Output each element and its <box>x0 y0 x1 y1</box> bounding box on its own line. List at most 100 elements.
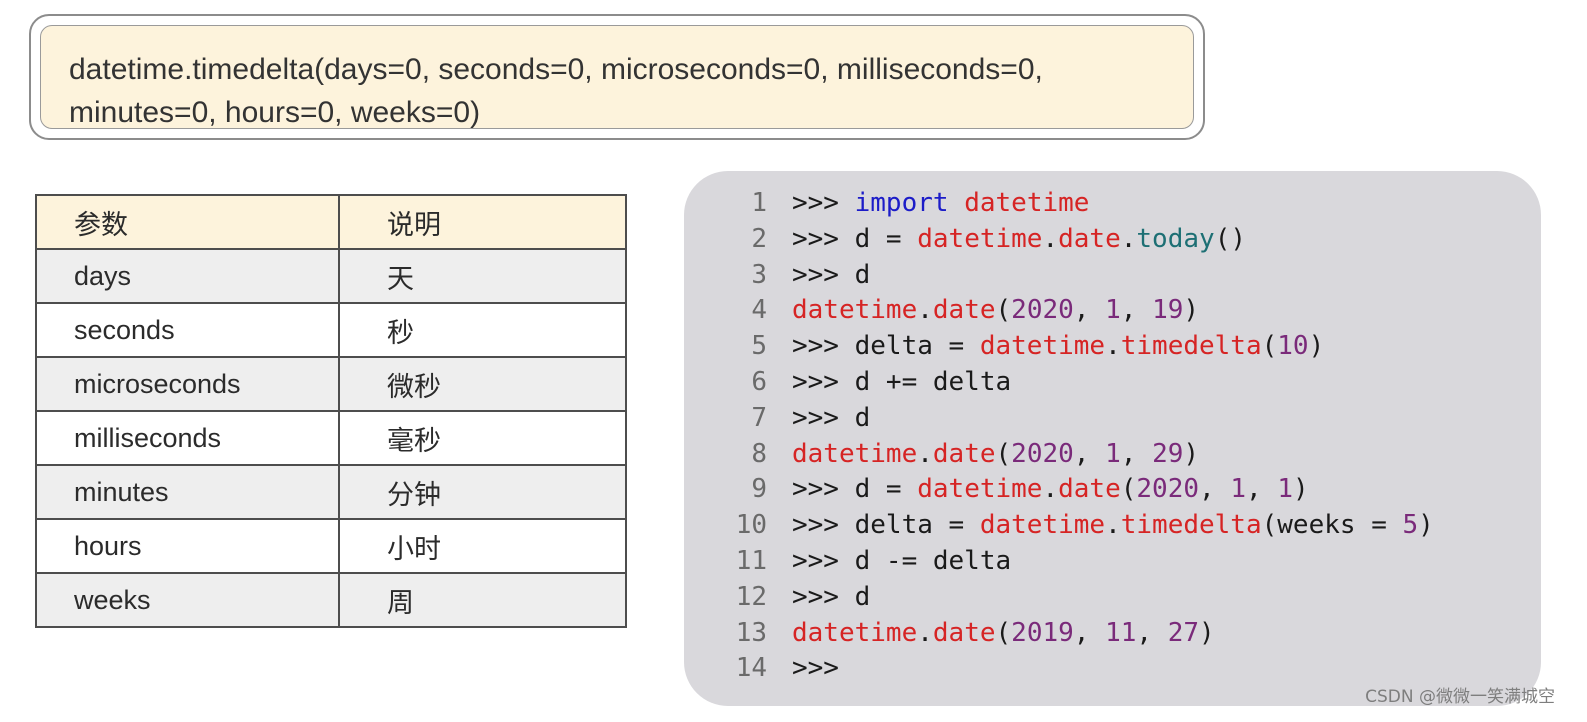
code-token: ) <box>1183 295 1200 326</box>
code-line: 8 datetime.date(2020, 1, 29) <box>684 437 1541 473</box>
code-token: 1 <box>1230 474 1246 505</box>
code-token: ) <box>1418 510 1434 541</box>
signature-line-2: minutes=0, hours=0, weeks=0) <box>69 96 481 129</box>
param-name: milliseconds <box>35 410 340 466</box>
code-line: 11 >>> d -= delta <box>684 544 1541 580</box>
line-number: 1 <box>751 188 767 218</box>
code-token: datetime <box>979 331 1106 362</box>
code-token: 5 <box>1402 510 1419 541</box>
code-token: 27 <box>1167 617 1200 648</box>
line-number: 3 <box>751 259 767 290</box>
param-description: 小时 <box>338 518 627 574</box>
code-text: >>> d += delta <box>792 365 1011 401</box>
code-text: >>> d <box>792 580 870 616</box>
line-number: 12 <box>735 581 767 612</box>
code-token: , <box>1120 295 1153 326</box>
code-token: . <box>917 438 933 469</box>
code-token: >>> delta = <box>792 510 980 541</box>
table-row: minutes 分钟 <box>35 464 627 520</box>
code-line: 9 >>> d = datetime.date(2020, 1, 1) <box>684 472 1541 508</box>
code-token: 1 <box>1277 474 1293 505</box>
code-token: timedelta <box>1120 510 1262 541</box>
header-param: 参数 <box>35 194 340 250</box>
code-token: 11 <box>1105 617 1137 648</box>
table-header-row: 参数 说明 <box>35 194 627 250</box>
param-description: 分钟 <box>338 464 627 520</box>
code-token: ( <box>995 295 1012 326</box>
code-text: datetime.date(2019, 11, 27) <box>792 616 1215 652</box>
code-token: 1 <box>1105 295 1121 326</box>
param-name: microseconds <box>35 356 340 412</box>
code-token: , <box>1246 474 1278 505</box>
table-row: seconds 秒 <box>35 302 627 358</box>
code-token: datetime <box>917 474 1043 505</box>
header-description: 说明 <box>338 194 627 250</box>
code-token: datetime <box>792 438 918 469</box>
code-token: 1 <box>1105 438 1121 469</box>
code-token: today <box>1136 223 1215 254</box>
code-line: 2 >>> d = datetime.date.today() <box>684 222 1541 258</box>
code-line: 7 >>> d <box>684 401 1541 437</box>
code-token: , <box>1073 295 1106 326</box>
line-number: 9 <box>751 474 767 505</box>
code-token: date <box>932 295 996 326</box>
code-token: ( <box>995 438 1012 469</box>
watermark: CSDN @微微一笑满城空 <box>1365 687 1555 707</box>
signature-box: datetime.timedelta(days=0, seconds=0, mi… <box>29 14 1205 140</box>
code-token: 29 <box>1152 438 1184 469</box>
code-token: ) <box>1308 331 1325 362</box>
code-line: 13 datetime.date(2019, 11, 27) <box>684 616 1541 652</box>
table-row: hours 小时 <box>35 518 627 574</box>
table-row: days 天 <box>35 248 627 304</box>
code-token: 2020 <box>1011 295 1074 326</box>
code-token: . <box>1042 223 1059 254</box>
line-number: 14 <box>735 653 767 684</box>
code-token: ( <box>1261 331 1278 362</box>
code-token: datetime <box>979 510 1106 541</box>
code-token: >>> d <box>792 259 871 290</box>
code-text: >>> <box>792 651 839 687</box>
code-line: 1 >>> import datetime <box>684 186 1541 222</box>
signature-line-1: datetime.timedelta(days=0, seconds=0, mi… <box>69 53 1043 86</box>
param-description: 周 <box>338 572 627 628</box>
code-token: >>> d += delta <box>792 366 1012 397</box>
code-token: ) <box>1292 474 1309 505</box>
code-token: date <box>932 617 996 648</box>
code-token: () <box>1214 223 1246 254</box>
table-row: milliseconds 毫秒 <box>35 410 627 466</box>
code-line: 10 >>> delta = datetime.timedelta(weeks =… <box>684 508 1541 544</box>
params-table: 参数 说明 days 天 seconds 秒 microseconds 微秒 m… <box>35 194 627 628</box>
line-number: 6 <box>751 366 767 397</box>
line-number: 7 <box>751 402 767 433</box>
code-token: , <box>1073 438 1106 469</box>
code-token: 2019 <box>1011 617 1074 648</box>
code-token: >>> d <box>792 581 871 612</box>
table-row: microseconds 微秒 <box>35 356 627 412</box>
code-token: , <box>1199 474 1231 505</box>
param-description: 毫秒 <box>338 410 627 466</box>
code-text: >>> d = datetime.date.today() <box>792 222 1246 258</box>
code-token: 2020 <box>1136 474 1200 505</box>
code-token: ( <box>995 617 1012 648</box>
param-description: 秒 <box>338 302 627 358</box>
param-name: days <box>35 248 340 304</box>
code-token: . <box>917 617 933 648</box>
code-token: datetime <box>917 223 1043 254</box>
code-text: datetime.date(2020, 1, 19) <box>792 293 1199 329</box>
code-token: >>> d = <box>792 474 918 505</box>
code-token: ) <box>1199 617 1215 648</box>
code-token: >>> <box>792 653 839 684</box>
code-token: >>> d -= delta <box>792 545 1012 576</box>
code-line: 4 datetime.date(2020, 1, 19) <box>684 293 1541 329</box>
code-token: . <box>1120 223 1137 254</box>
code-panel: 1 >>> import datetime 2 >>> d = datetime.da… <box>684 171 1541 706</box>
param-name: weeks <box>35 572 340 628</box>
code-token: >>> d <box>792 402 871 433</box>
code-token: , <box>1120 438 1153 469</box>
code-text: >>> delta = datetime.timedelta(weeks = 5… <box>792 508 1434 544</box>
code-text: >>> delta = datetime.timedelta(10) <box>792 329 1324 365</box>
line-number: 10 <box>735 510 767 541</box>
code-text: >>> import datetime <box>792 186 1089 222</box>
code-token: , <box>1136 617 1168 648</box>
code-token: date <box>932 438 996 469</box>
